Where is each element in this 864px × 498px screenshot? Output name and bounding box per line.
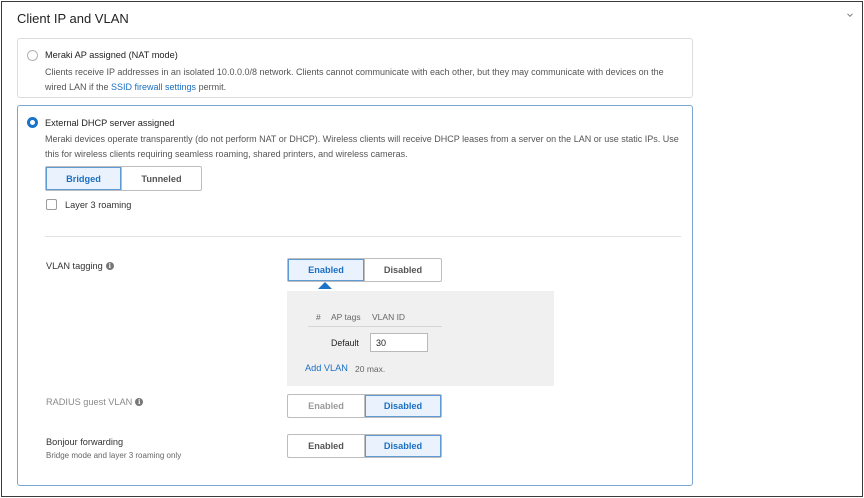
- vlan-tagging-toggle: Enabled Disabled: [287, 258, 442, 282]
- option-label-nat-mode: Meraki AP assigned (NAT mode): [45, 50, 178, 60]
- radius-guest-vlan-label: RADIUS guest VLAN i: [46, 397, 144, 407]
- ssid-firewall-settings-link[interactable]: SSID firewall settings: [111, 82, 196, 92]
- option-description-nat-mode: Clients receive IP addresses in an isola…: [45, 67, 664, 92]
- layer3-roaming-checkbox[interactable]: [46, 199, 57, 210]
- section-title: Client IP and VLAN: [17, 11, 129, 26]
- radius-guest-vlan-disabled-button[interactable]: Disabled: [364, 395, 441, 417]
- vlan-tagging-enabled-button[interactable]: Enabled: [288, 259, 364, 281]
- bonjour-forwarding-sublabel: Bridge mode and layer 3 roaming only: [46, 451, 182, 460]
- vlan-id-input[interactable]: [370, 333, 428, 352]
- option-card-external-dhcp[interactable]: External DHCP server assigned Meraki dev…: [17, 105, 693, 486]
- info-icon[interactable]: i: [105, 262, 114, 270]
- vlan-table-panel: # AP tags VLAN ID Default Add VLAN 20 ma…: [287, 291, 554, 386]
- vlan-tagging-label: VLAN tagging i: [46, 261, 114, 271]
- option-card-nat-mode[interactable]: Meraki AP assigned (NAT mode) Clients re…: [17, 38, 693, 98]
- bridge-mode-toggle: Bridged Tunneled: [45, 166, 202, 191]
- add-vlan-link[interactable]: Add VLAN: [305, 363, 348, 373]
- bonjour-enabled-button[interactable]: Enabled: [288, 435, 364, 457]
- vlan-max-note: 20 max.: [355, 364, 386, 374]
- option-label-external-dhcp: External DHCP server assigned: [45, 118, 175, 128]
- bonjour-forwarding-toggle: Enabled Disabled: [287, 434, 442, 458]
- table-row-default-label: Default: [331, 338, 359, 348]
- radio-external-dhcp[interactable]: [27, 117, 38, 128]
- table-header-ap-tags: AP tags: [331, 312, 361, 322]
- table-header-index: #: [316, 312, 321, 322]
- info-icon[interactable]: i: [135, 398, 144, 406]
- bonjour-forwarding-label: Bonjour forwarding: [46, 437, 124, 447]
- radius-guest-vlan-toggle: Enabled Disabled: [287, 394, 442, 418]
- table-header-vlan-id: VLAN ID: [372, 312, 406, 322]
- client-ip-vlan-section: Client IP and VLAN Meraki AP assigned (N…: [1, 1, 863, 497]
- radius-guest-vlan-enabled-button[interactable]: Enabled: [288, 395, 364, 417]
- table-header-divider: [308, 326, 442, 327]
- selection-caret: [318, 282, 332, 289]
- bonjour-disabled-button[interactable]: Disabled: [364, 435, 441, 457]
- radio-nat-mode[interactable]: [27, 50, 38, 61]
- layer3-roaming-label: Layer 3 roaming: [65, 200, 132, 210]
- tunneled-button[interactable]: Tunneled: [121, 167, 201, 190]
- chevron-down-icon[interactable]: [846, 11, 854, 19]
- vlan-tagging-disabled-button[interactable]: Disabled: [364, 259, 441, 281]
- option-description-external-dhcp: Meraki devices operate transparently (do…: [45, 134, 679, 159]
- bridged-button[interactable]: Bridged: [46, 167, 121, 190]
- section-divider: [45, 236, 681, 237]
